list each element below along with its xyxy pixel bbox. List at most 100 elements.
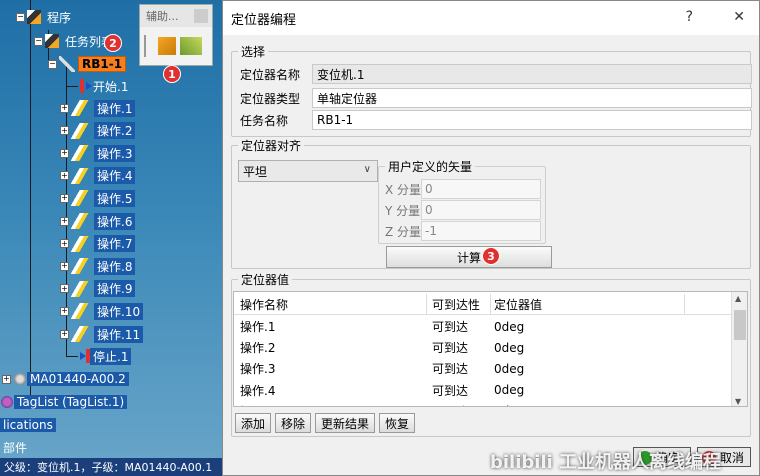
tree-node-operation[interactable]: + 操作.5 [60, 188, 136, 208]
tree-node-label: 操作.2 [94, 122, 136, 140]
table-row[interactable]: 操作.2 可到达 0deg [234, 337, 732, 358]
tree-node-start[interactable]: 开始.1 [66, 76, 131, 96]
tree-node-label: 操作.3 [94, 144, 136, 162]
expand-icon[interactable]: + [60, 148, 69, 158]
specification-tree: − 程序 − 任务列表 − RB1-1 开始.1 + 操作.1 + 操作.2 + 操作.3… [0, 0, 222, 476]
compute-button[interactable]: 计算 [386, 246, 552, 268]
tree-node-operation[interactable]: + 操作.6 [60, 211, 136, 231]
operation-icon [71, 145, 91, 162]
expand-icon[interactable]: + [60, 103, 69, 113]
tree-node-operation[interactable]: + 操作.9 [60, 279, 136, 299]
tree-node-label: MA01440-A00.2 [27, 372, 129, 386]
col-header-name: 操作名称 [240, 297, 289, 312]
aux-close-icon[interactable] [194, 9, 208, 23]
positioner-values-list[interactable]: 操作名称 可到达性 定位器值 操作.1 可到达 0deg 操作.2 可到达 0deg 操作.… [233, 291, 748, 407]
tree-node-label: 开始.1 [93, 79, 129, 94]
value-cell: 0deg [494, 383, 525, 398]
z-component-row: Z 分量 -1 [385, 221, 541, 241]
tree-node-label: 操作.8 [94, 257, 136, 275]
reach-cell: 可到达 [432, 341, 469, 356]
operation-icon [71, 190, 91, 207]
tree-node-label: lications [0, 418, 56, 432]
select-group-title: 选择 [238, 43, 269, 60]
alignment-dropdown[interactable]: 平坦 ∨ [238, 160, 378, 182]
restore-button[interactable]: 恢复 [379, 413, 415, 433]
expand-icon[interactable]: + [60, 171, 69, 181]
close-button[interactable]: ✕ [733, 9, 745, 25]
operation-icon [71, 122, 91, 139]
scroll-up-icon[interactable]: ▲ [735, 294, 741, 303]
tree-node-taglist[interactable]: TagList (TagList.1) [0, 392, 128, 412]
scroll-thumb[interactable] [734, 310, 746, 340]
value-cell: 0deg [494, 361, 525, 376]
update-results-button[interactable]: 更新结果 [315, 413, 375, 433]
table-row[interactable]: 操作.3 可到达 0deg [234, 358, 732, 379]
column-divider [490, 294, 491, 315]
col-header-reach: 可到达性 [432, 297, 481, 312]
expand-icon[interactable]: + [60, 261, 69, 271]
tree-node-task[interactable]: − RB1-1 [48, 54, 127, 74]
tree-node-label: 部件 [3, 440, 28, 455]
tree-node-label: 操作.11 [94, 325, 144, 343]
tree-node-parts[interactable]: 部件 [0, 437, 30, 457]
tree-node-applications[interactable]: lications [0, 415, 56, 435]
table-row[interactable]: 操作.4 可到达 0deg [234, 380, 732, 401]
scroll-down-icon[interactable]: ▼ [735, 397, 741, 406]
stop-icon [80, 349, 90, 363]
values-group-title: 定位器值 [238, 271, 293, 288]
value-cell: 0deg [494, 319, 525, 334]
annotation-badge-1: 1 [163, 65, 181, 83]
positioner-name-field[interactable]: 变位机.1 [312, 64, 752, 84]
table-row[interactable]: 操作.5 可到达 0deg [234, 401, 732, 406]
dialog-title: 定位器编程 [231, 12, 297, 28]
x-component-row: X 分量 0 [385, 179, 541, 199]
tree-node-operation[interactable]: + 操作.11 [60, 324, 144, 344]
y-component-field[interactable]: 0 [421, 200, 541, 220]
z-component-field[interactable]: -1 [421, 221, 541, 241]
collapse-icon[interactable]: − [48, 59, 57, 69]
add-button[interactable]: 添加 [235, 413, 271, 433]
tree-node-operation[interactable]: + 操作.10 [60, 301, 144, 321]
expand-icon[interactable]: + [60, 126, 69, 136]
operation-icon [71, 167, 91, 184]
positioner-type-field[interactable]: 单轴定位器 [312, 88, 752, 108]
collapse-icon[interactable]: − [16, 12, 25, 22]
tree-node-program[interactable]: − 程序 [16, 7, 74, 27]
x-component-field[interactable]: 0 [421, 179, 541, 199]
help-button[interactable]: ? [686, 9, 693, 25]
list-scrollbar[interactable]: ▲ ▼ [731, 292, 747, 406]
watermark: bilibili 工业机器人离线编程 [490, 452, 722, 473]
positioner-program-icon[interactable] [158, 37, 176, 55]
remove-button[interactable]: 移除 [275, 413, 311, 433]
expand-icon[interactable]: + [60, 239, 69, 249]
expand-icon[interactable]: + [60, 284, 69, 294]
expand-icon[interactable]: + [60, 193, 69, 203]
tree-node-operation[interactable]: + 操作.2 [60, 121, 136, 141]
tree-node-stop[interactable]: 停止.1 [66, 346, 132, 366]
tasklist-icon [45, 34, 59, 48]
operation-icon [71, 280, 91, 297]
tree-node-operation[interactable]: + 操作.7 [60, 234, 136, 254]
tree-node-label: 操作.1 [94, 99, 136, 117]
collapse-icon[interactable]: − [34, 36, 43, 46]
robot-task-icon [59, 56, 75, 72]
tree-node-label: 程序 [47, 10, 72, 25]
tree-node-operation[interactable]: + 操作.8 [60, 256, 136, 276]
table-row[interactable]: 操作.1 可到达 0deg [234, 316, 732, 337]
expand-icon[interactable]: + [60, 329, 69, 339]
op-name-cell: 操作.3 [240, 362, 276, 377]
positioner-tool-icon[interactable] [180, 37, 202, 55]
tree-node-operation[interactable]: + 操作.4 [60, 166, 136, 186]
expand-icon[interactable]: + [60, 216, 69, 226]
task-name-field[interactable]: RB1-1 [312, 110, 752, 130]
op-name-cell: 操作.1 [240, 320, 276, 334]
expand-icon[interactable]: + [60, 306, 69, 316]
tree-node-operation[interactable]: + 操作.1 [60, 98, 136, 118]
align-group-title: 定位器对齐 [238, 137, 305, 154]
positioner-type-row: 定位器类型 单轴定位器 [240, 88, 752, 108]
tree-node-ma[interactable]: + MA01440-A00.2 [2, 369, 129, 389]
tree-node-label: TagList (TagList.1) [14, 395, 128, 409]
expand-icon[interactable]: + [2, 374, 11, 384]
task-name-row: 任务名称 RB1-1 [240, 110, 752, 130]
tree-node-operation[interactable]: + 操作.3 [60, 143, 136, 163]
